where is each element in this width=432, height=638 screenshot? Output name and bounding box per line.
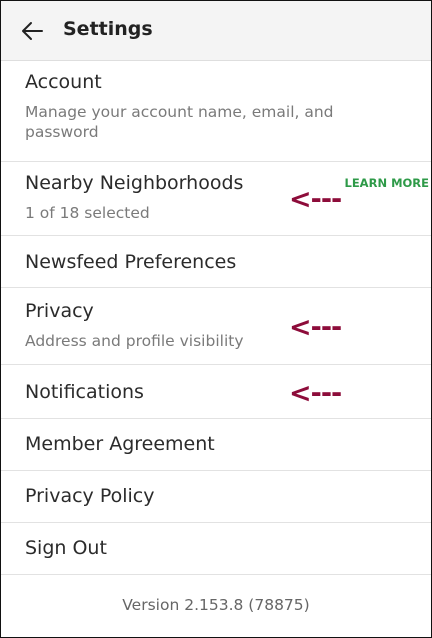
- item-label: Notifications: [25, 381, 144, 403]
- annotation-arrow: <---: [289, 184, 342, 215]
- settings-item-account[interactable]: Account Manage your account name, email,…: [1, 61, 431, 162]
- item-label: Account: [25, 71, 102, 93]
- settings-item-sign-out[interactable]: Sign Out: [1, 523, 431, 575]
- item-label: Member Agreement: [25, 433, 215, 455]
- top-bar: Settings: [1, 1, 431, 61]
- item-subtitle: Manage your account name, email, and pas…: [25, 103, 334, 141]
- item-label: Newsfeed Preferences: [25, 251, 237, 273]
- item-subtitle: 1 of 18 selected: [25, 204, 150, 222]
- item-label: Privacy: [25, 300, 94, 322]
- settings-item-privacy-policy[interactable]: Privacy Policy: [1, 471, 431, 523]
- settings-item-newsfeed-preferences[interactable]: Newsfeed Preferences: [1, 236, 431, 288]
- settings-item-notifications[interactable]: Notifications: [1, 365, 431, 419]
- page-title: Settings: [63, 18, 153, 40]
- annotation-arrow: <---: [289, 312, 342, 343]
- app-version: Version 2.153.8 (78875): [122, 596, 310, 614]
- settings-item-nearby-neighborhoods[interactable]: Nearby Neighborhoods 1 of 18 selected: [1, 162, 431, 236]
- item-label: Privacy Policy: [25, 485, 155, 507]
- item-subtitle: Address and profile visibility: [25, 332, 244, 350]
- arrow-left-icon[interactable]: [21, 21, 43, 41]
- settings-item-member-agreement[interactable]: Member Agreement: [1, 419, 431, 471]
- item-label: Nearby Neighborhoods: [25, 172, 244, 194]
- app-frame: Settings Account Manage your account nam…: [0, 0, 432, 638]
- annotation-arrow: <---: [289, 378, 342, 409]
- settings-item-privacy[interactable]: Privacy Address and profile visibility: [1, 288, 431, 365]
- item-label: Sign Out: [25, 537, 107, 559]
- learn-more-link[interactable]: LEARN MORE: [345, 176, 430, 190]
